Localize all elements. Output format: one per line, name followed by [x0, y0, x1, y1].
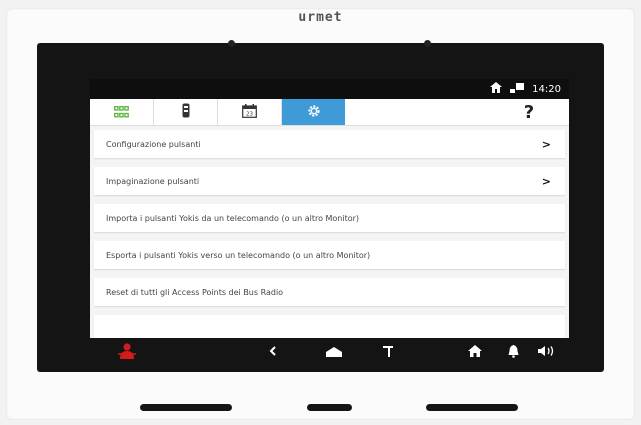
list-item-impaginazione-pulsanti[interactable]: Impaginazione pulsanti >	[94, 167, 565, 195]
list-item-importa-pulsanti[interactable]: Importa i pulsanti Yokis da un telecoman…	[94, 204, 565, 232]
network-icon	[510, 82, 525, 96]
tab-settings[interactable]	[282, 99, 345, 125]
calendar-icon: 23	[242, 103, 257, 122]
tab-remote[interactable]	[154, 99, 218, 125]
camera-dot-right	[424, 40, 431, 47]
list-item-label: Reset di tutti gli Access Points dei Bus…	[106, 287, 284, 297]
list-item-label: Importa i pulsanti Yokis da un telecoman…	[106, 213, 360, 223]
home-icon	[490, 82, 503, 96]
list-item-esporta-pulsanti[interactable]: Esporta i pulsanti Yokis verso un teleco…	[94, 241, 565, 269]
list-item-label: Esporta i pulsanti Yokis verso un teleco…	[106, 250, 371, 260]
status-bar: 14:20	[90, 79, 569, 99]
help-button[interactable]: ?	[489, 99, 569, 125]
list-item-reset-access-points[interactable]: Reset di tutti gli Access Points dei Bus…	[94, 278, 565, 306]
touch-screen: 14:20 23 ? Configurazione pulsanti > Imp…	[90, 79, 569, 364]
grid-icon	[114, 103, 129, 122]
tab-bar: 23 ?	[90, 99, 569, 126]
list-item-configurazione-pulsanti[interactable]: Configurazione pulsanti >	[94, 130, 565, 158]
chevron-right-icon: >	[541, 137, 551, 151]
camera-dot-left	[228, 40, 235, 47]
chevron-right-icon: >	[541, 174, 551, 188]
speaker-grille-left	[140, 404, 232, 411]
tab-calendar[interactable]: 23	[218, 99, 282, 125]
gate-key-icon[interactable]	[382, 338, 394, 364]
tab-grid[interactable]	[90, 99, 154, 125]
svg-text:23: 23	[246, 111, 253, 117]
clock: 14:20	[532, 83, 561, 95]
alarm-person-icon[interactable]	[117, 338, 137, 364]
home-button-icon[interactable]	[326, 338, 342, 364]
remote-control-icon	[182, 103, 190, 122]
gear-icon	[307, 103, 321, 122]
speaker-grille-right	[426, 404, 518, 411]
list-item-label: Configurazione pulsanti	[106, 139, 201, 149]
settings-list: Configurazione pulsanti > Impaginazione …	[90, 126, 569, 364]
bottom-nav-bar	[90, 338, 569, 364]
speaker-icon[interactable]	[538, 338, 556, 364]
list-item-label: Impaginazione pulsanti	[106, 176, 200, 186]
center-button[interactable]	[307, 404, 352, 411]
back-icon[interactable]	[269, 338, 277, 364]
brand-logo: urmet	[298, 10, 343, 25]
bell-icon[interactable]	[508, 338, 519, 364]
house-icon[interactable]	[468, 338, 482, 364]
